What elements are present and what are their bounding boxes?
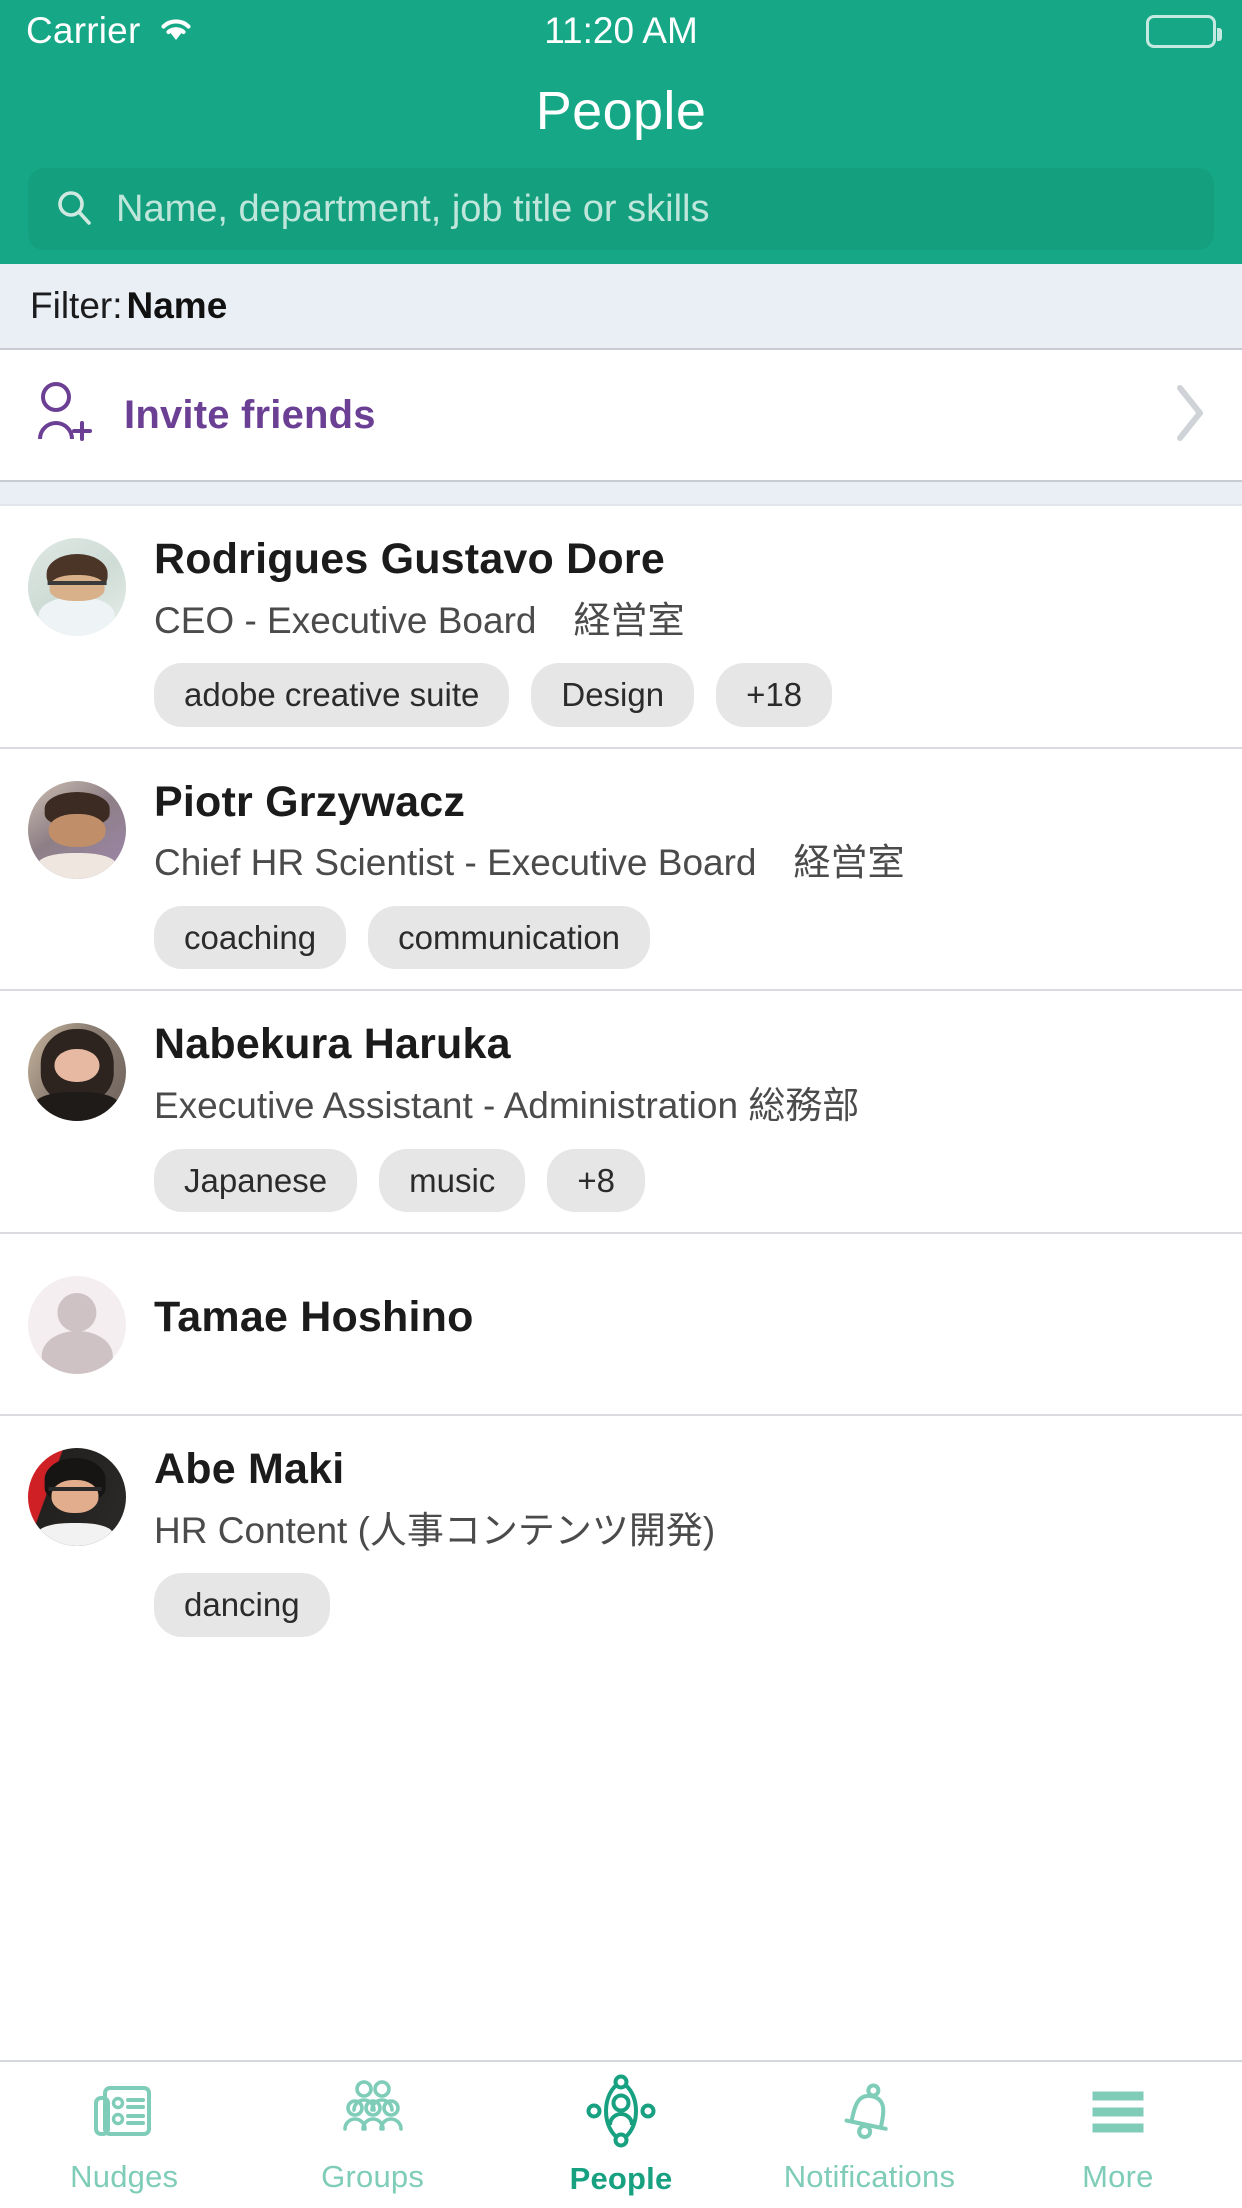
invite-friends-label: Invite friends xyxy=(124,392,376,437)
search-input[interactable]: Name, department, job title or skills xyxy=(28,168,1214,250)
hamburger-menu-icon xyxy=(1081,2076,1155,2151)
person-info: Nabekura Haruka Executive Assistant - Ad… xyxy=(154,1017,1242,1213)
skill-tag[interactable]: music xyxy=(379,1148,526,1213)
tab-nudges[interactable]: Nudges xyxy=(0,2076,248,2195)
avatar xyxy=(28,1023,126,1122)
avatar xyxy=(28,1448,126,1547)
table-row[interactable]: Nabekura Haruka Executive Assistant - Ad… xyxy=(0,991,1242,1235)
people-list: Rodrigues Gustavo Dore CEO - Executive B… xyxy=(0,506,1242,2060)
skill-tag[interactable]: Japanese xyxy=(154,1148,358,1213)
person-name: Nabekura Haruka xyxy=(154,1020,511,1069)
nudges-document-icon xyxy=(87,2076,161,2151)
person-name: Rodrigues Gustavo Dore xyxy=(154,535,665,583)
person-name: Abe Maki xyxy=(154,1445,345,1494)
person-add-icon xyxy=(30,377,94,454)
skill-tags: coaching communication xyxy=(154,905,1242,970)
wifi-icon xyxy=(156,14,196,49)
skill-tag[interactable]: Design xyxy=(531,663,695,727)
table-row[interactable]: Rodrigues Gustavo Dore CEO - Executive B… xyxy=(0,506,1242,749)
person-info: Piotr Grzywacz Chief HR Scientist - Exec… xyxy=(154,775,1242,970)
skill-tag[interactable]: communication xyxy=(368,905,651,970)
skill-tag-overflow[interactable]: +18 xyxy=(716,663,833,727)
carrier-label: Carrier xyxy=(26,10,141,51)
invite-friends-row[interactable]: Invite friends xyxy=(0,350,1242,480)
table-row[interactable]: Tamae Hoshino xyxy=(0,1234,1242,1417)
battery-icon xyxy=(1146,14,1222,48)
person-name: Piotr Grzywacz xyxy=(154,777,466,826)
skill-tags: dancing xyxy=(154,1573,1242,1637)
person-title: Executive Assistant - Administration 総務部 xyxy=(154,1085,860,1127)
person-info: Rodrigues Gustavo Dore CEO - Executive B… xyxy=(154,532,1242,727)
chevron-right-icon xyxy=(1168,378,1212,453)
app-header: Carrier 11:20 AM People Name, department… xyxy=(0,0,1242,264)
skill-tags: adobe creative suite Design +18 xyxy=(154,663,1242,727)
tab-label: People xyxy=(569,2160,673,2196)
groups-people-icon xyxy=(333,2076,413,2151)
status-bar: Carrier 11:20 AM xyxy=(0,0,1242,62)
person-info: Tamae Hoshino xyxy=(154,1270,1242,1343)
skill-tag-overflow[interactable]: +8 xyxy=(547,1148,645,1213)
status-bar-left: Carrier xyxy=(26,10,196,52)
tab-groups[interactable]: Groups xyxy=(248,2076,496,2195)
skill-tags: Japanese music +8 xyxy=(154,1148,1242,1213)
avatar xyxy=(28,538,126,636)
tab-more[interactable]: More xyxy=(994,2076,1242,2195)
person-title: CEO - Executive Board 経営室 xyxy=(154,599,685,641)
table-row[interactable]: Piotr Grzywacz Chief HR Scientist - Exec… xyxy=(0,749,1242,992)
section-separator xyxy=(0,480,1242,506)
avatar xyxy=(28,780,126,879)
tab-label: More xyxy=(1082,2158,1154,2194)
tab-label: Groups xyxy=(321,2158,425,2194)
table-row[interactable]: Abe Maki HR Content (人事コンテンツ開発) dancing xyxy=(0,1416,1242,1657)
bell-icon xyxy=(832,2076,906,2151)
bottom-tab-bar: Nudges Groups People Notifications More xyxy=(0,2060,1242,2208)
app-screen: Carrier 11:20 AM People Name, department… xyxy=(0,0,1242,2208)
skill-tag[interactable]: dancing xyxy=(154,1573,330,1637)
skill-tag[interactable]: coaching xyxy=(154,905,347,970)
person-name: Tamae Hoshino xyxy=(154,1293,474,1342)
tab-label: Notifications xyxy=(783,2158,956,2194)
filter-label: Filter: xyxy=(30,285,123,326)
search-icon xyxy=(54,187,94,232)
person-title: Chief HR Scientist - Executive Board 経営室 xyxy=(154,842,905,884)
skill-tag[interactable]: adobe creative suite xyxy=(154,663,510,727)
search-container: Name, department, job title or skills xyxy=(0,168,1242,250)
filter-bar[interactable]: Filter: Name xyxy=(0,264,1242,350)
filter-value: Name xyxy=(126,285,228,326)
person-info: Abe Maki HR Content (人事コンテンツ開発) dancing xyxy=(154,1442,1242,1637)
page-title: People xyxy=(535,81,707,141)
avatar-placeholder xyxy=(28,1276,126,1375)
people-network-icon xyxy=(584,2074,658,2153)
tab-people[interactable]: People xyxy=(497,2074,745,2197)
person-title: HR Content (人事コンテンツ開発) xyxy=(154,1509,716,1551)
tab-label: Nudges xyxy=(70,2158,179,2194)
status-bar-right xyxy=(1146,14,1222,48)
search-placeholder: Name, department, job title or skills xyxy=(116,187,710,230)
tab-notifications[interactable]: Notifications xyxy=(745,2076,993,2195)
